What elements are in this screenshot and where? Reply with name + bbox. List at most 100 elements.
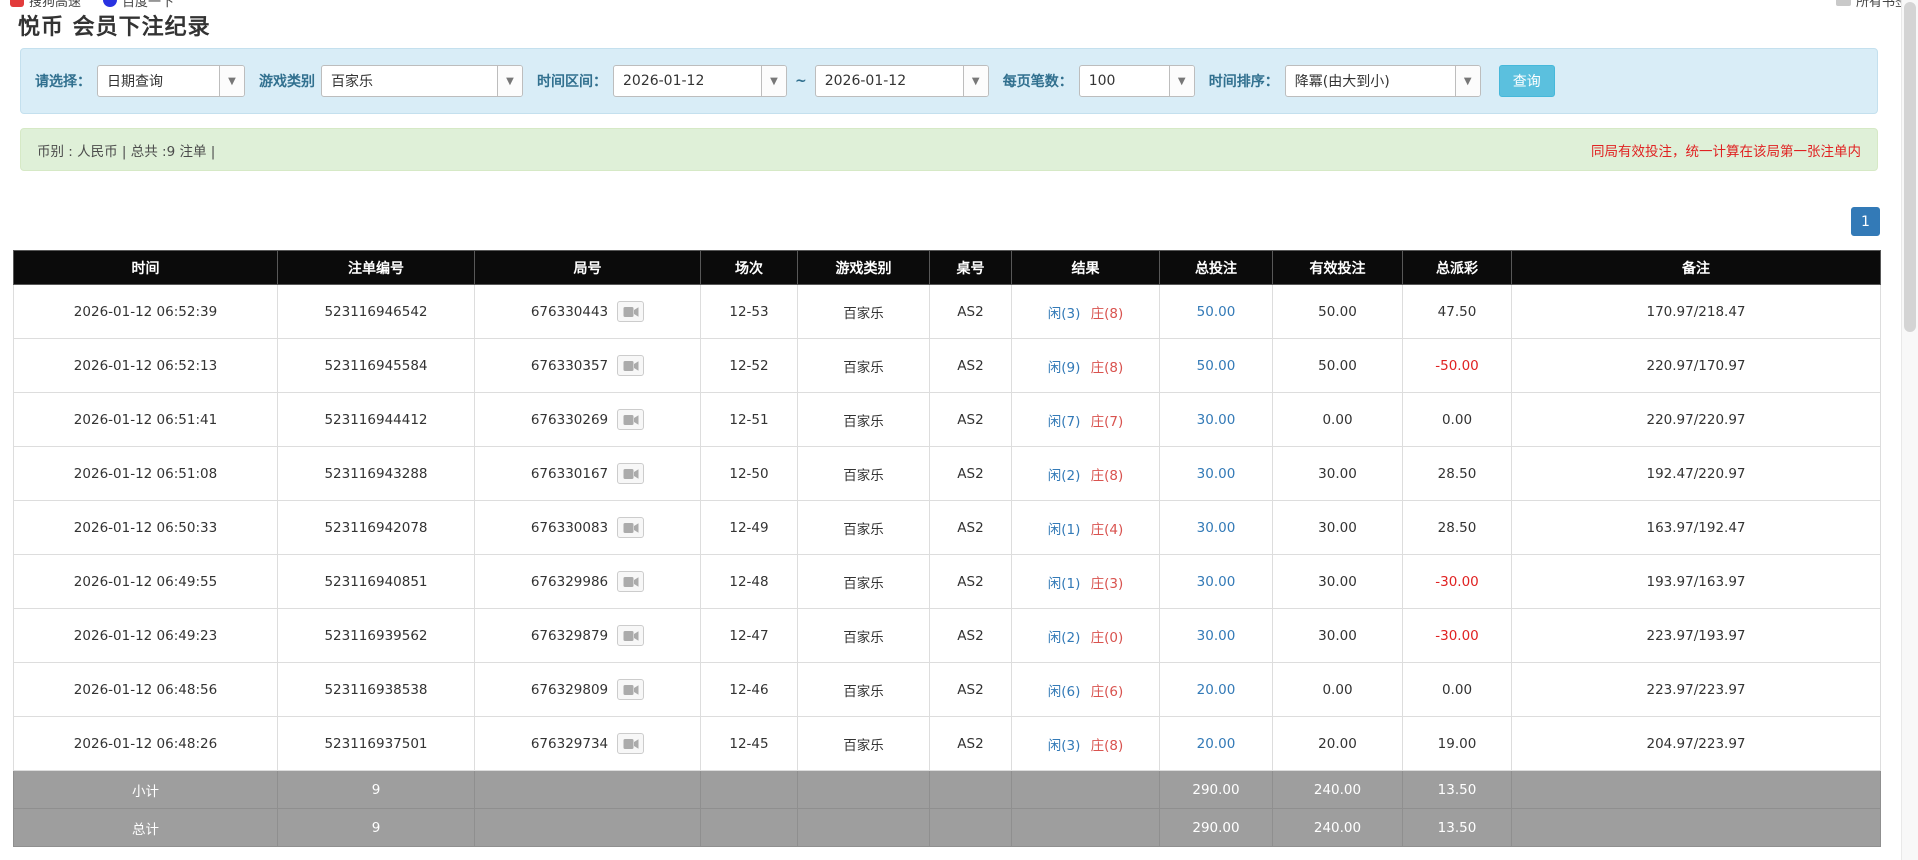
cell-table-no: AS2 bbox=[929, 446, 1012, 501]
cell-payout: 0.00 bbox=[1402, 392, 1512, 447]
table-row: 2026-01-12 06:48:56 523116938538 6763298… bbox=[13, 662, 1881, 717]
round-replay-icon[interactable] bbox=[617, 409, 645, 430]
subtotal-label: 小计 bbox=[13, 770, 278, 809]
total-payout: 13.50 bbox=[1402, 808, 1512, 847]
all-bookmarks-button[interactable]: 所有书签 bbox=[1835, 0, 1908, 10]
result-player: 闲(9) bbox=[1047, 359, 1081, 376]
total-bet-link[interactable]: 30.00 bbox=[1197, 412, 1236, 428]
round-replay-icon[interactable] bbox=[617, 301, 645, 322]
table-row: 2026-01-12 06:52:13 523116945584 6763303… bbox=[13, 338, 1881, 393]
header-time: 时间 bbox=[13, 250, 278, 285]
cell-payout: -50.00 bbox=[1402, 338, 1512, 393]
cell-game-type: 百家乐 bbox=[797, 446, 930, 501]
cell-result: 闲(9) 庄(8) bbox=[1011, 338, 1160, 393]
chevron-down-icon[interactable]: ▼ bbox=[219, 66, 244, 96]
page-size-value: 100 bbox=[1088, 73, 1116, 89]
cell-payout: 19.00 bbox=[1402, 716, 1512, 771]
query-type-select[interactable]: 日期查询 ▼ bbox=[97, 65, 245, 97]
game-type-label: 游戏类别 bbox=[259, 74, 315, 90]
browser-bookmarks-bar: 搜狗高速 百度一下 所有书签 bbox=[0, 0, 1918, 12]
result-player: 闲(2) bbox=[1047, 629, 1081, 646]
table-row: 2026-01-12 06:49:23 523116939562 6763298… bbox=[13, 608, 1881, 663]
cell-payout: 28.50 bbox=[1402, 500, 1512, 555]
round-id: 676330357 bbox=[530, 357, 609, 374]
chevron-down-icon[interactable]: ▼ bbox=[1168, 66, 1194, 96]
round-replay-icon[interactable] bbox=[617, 733, 645, 754]
cell-result: 闲(6) 庄(6) bbox=[1011, 662, 1160, 717]
summary-currency-count: 币别 : 人民币 | 总共 :9 注单 | bbox=[37, 143, 216, 160]
header-round-id: 局号 bbox=[474, 250, 701, 285]
cell-note: 192.47/220.97 bbox=[1511, 446, 1881, 501]
total-bet-link[interactable]: 30.00 bbox=[1197, 574, 1236, 590]
cell-result: 闲(1) 庄(3) bbox=[1011, 554, 1160, 609]
chevron-down-icon[interactable]: ▼ bbox=[497, 66, 522, 96]
cell-round: 676330269 bbox=[474, 392, 701, 447]
round-replay-icon[interactable] bbox=[617, 355, 645, 376]
cell-valid-bet: 30.00 bbox=[1272, 500, 1403, 555]
select-type-label: 请选择： bbox=[35, 74, 91, 90]
chevron-down-icon[interactable]: ▼ bbox=[1454, 66, 1480, 96]
cell-session: 12-48 bbox=[700, 554, 798, 609]
round-replay-icon[interactable] bbox=[617, 463, 645, 484]
cell-note: 220.97/170.97 bbox=[1511, 338, 1881, 393]
cell-round: 676329986 bbox=[474, 554, 701, 609]
cell-session: 12-47 bbox=[700, 608, 798, 663]
scrollbar-thumb[interactable] bbox=[1904, 2, 1916, 332]
round-replay-icon[interactable] bbox=[617, 679, 645, 700]
subtotal-total-bet: 290.00 bbox=[1159, 770, 1273, 809]
total-bet-link[interactable]: 20.00 bbox=[1197, 736, 1236, 752]
round-replay-icon[interactable] bbox=[617, 625, 645, 646]
date-from-select[interactable]: 2026-01-12 ▼ bbox=[613, 65, 787, 97]
cell-game-type: 百家乐 bbox=[797, 662, 930, 717]
page-size-select[interactable]: 100 ▼ bbox=[1078, 65, 1195, 97]
total-bet-link[interactable]: 20.00 bbox=[1197, 682, 1236, 698]
round-replay-icon[interactable] bbox=[617, 571, 645, 592]
bookmark-baidu[interactable]: 百度一下 bbox=[103, 0, 174, 10]
page-button-1[interactable]: 1 bbox=[1851, 207, 1880, 236]
cell-time: 2026-01-12 06:49:55 bbox=[13, 554, 278, 609]
cell-valid-bet: 30.00 bbox=[1272, 446, 1403, 501]
cell-valid-bet: 0.00 bbox=[1272, 392, 1403, 447]
table-row: 2026-01-12 06:49:55 523116940851 6763299… bbox=[13, 554, 1881, 609]
sort-value: 降冪(由大到小) bbox=[1294, 74, 1390, 90]
sort-select[interactable]: 降冪(由大到小) ▼ bbox=[1284, 65, 1481, 97]
cell-time: 2026-01-12 06:50:33 bbox=[13, 500, 278, 555]
cell-payout: -30.00 bbox=[1402, 554, 1512, 609]
total-bet-link[interactable]: 30.00 bbox=[1197, 628, 1236, 644]
total-bet-link[interactable]: 30.00 bbox=[1197, 466, 1236, 482]
scrollbar[interactable] bbox=[1901, 0, 1918, 860]
total-bet-link[interactable]: 50.00 bbox=[1197, 304, 1236, 320]
total-bet-link[interactable]: 50.00 bbox=[1197, 358, 1236, 374]
table-row: 2026-01-12 06:50:33 523116942078 6763300… bbox=[13, 500, 1881, 555]
cell-time: 2026-01-12 06:48:56 bbox=[13, 662, 278, 717]
date-from-value: 2026-01-12 bbox=[623, 73, 705, 89]
cell-time: 2026-01-12 06:51:08 bbox=[13, 446, 278, 501]
result-banker: 庄(8) bbox=[1090, 737, 1124, 754]
table-row: 2026-01-12 06:51:41 523116944412 6763302… bbox=[13, 392, 1881, 447]
header-game-type: 游戏类别 bbox=[797, 250, 930, 285]
cell-payout: 28.50 bbox=[1402, 446, 1512, 501]
subtotal-valid-bet: 240.00 bbox=[1272, 770, 1403, 809]
chevron-down-icon[interactable]: ▼ bbox=[761, 66, 786, 96]
result-player: 闲(6) bbox=[1047, 683, 1081, 700]
bookmark-baidu-label: 百度一下 bbox=[122, 0, 175, 10]
cell-session: 12-53 bbox=[700, 284, 798, 339]
total-bet-link[interactable]: 30.00 bbox=[1197, 520, 1236, 536]
cell-valid-bet: 50.00 bbox=[1272, 338, 1403, 393]
game-type-select[interactable]: 百家乐 ▼ bbox=[321, 65, 523, 97]
cell-time: 2026-01-12 06:48:26 bbox=[13, 716, 278, 771]
header-bet-id: 注单编号 bbox=[277, 250, 475, 285]
cell-round: 676330083 bbox=[474, 500, 701, 555]
cell-game-type: 百家乐 bbox=[797, 608, 930, 663]
date-to-select[interactable]: 2026-01-12 ▼ bbox=[814, 65, 989, 97]
cell-table-no: AS2 bbox=[929, 284, 1012, 339]
search-button[interactable]: 查询 bbox=[1498, 65, 1555, 97]
cell-total-bet: 50.00 bbox=[1159, 284, 1273, 339]
chevron-down-icon[interactable]: ▼ bbox=[962, 66, 988, 96]
cell-session: 12-45 bbox=[700, 716, 798, 771]
round-id: 676329734 bbox=[530, 735, 609, 752]
cell-result: 闲(3) 庄(8) bbox=[1011, 716, 1160, 771]
baidu-favicon-icon bbox=[103, 0, 118, 7]
round-replay-icon[interactable] bbox=[617, 517, 645, 538]
bookmark-sogou[interactable]: 搜狗高速 bbox=[10, 0, 81, 10]
